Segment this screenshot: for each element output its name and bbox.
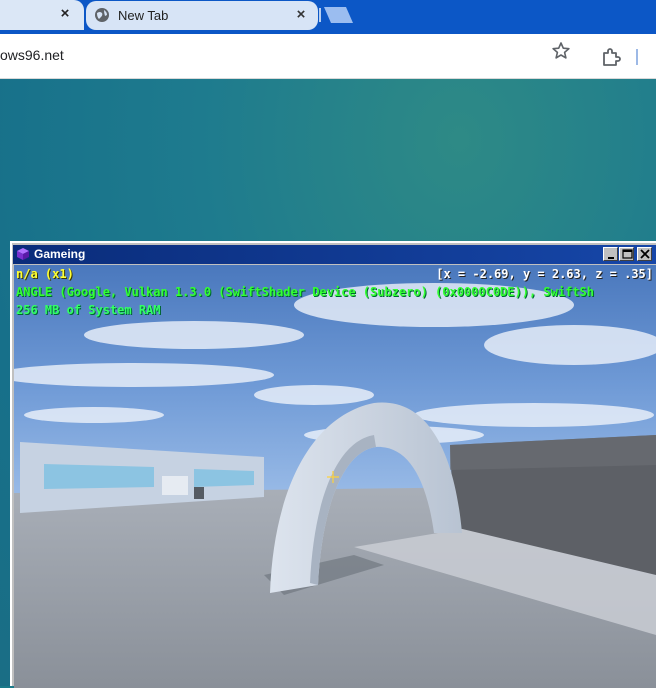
game-viewport[interactable]: n/a (x1) [x = -2.69, y = 2.63, z = .35] …: [14, 265, 656, 688]
toolbar-divider: [636, 49, 638, 65]
address-bar[interactable]: ows96.net: [0, 40, 584, 72]
tab-title: New Tab: [118, 8, 169, 23]
tab-close-icon[interactable]: ×: [292, 6, 310, 24]
bookmark-star-icon[interactable]: [551, 41, 571, 61]
window-title: Gameing: [34, 247, 86, 261]
globe-icon: [94, 7, 110, 23]
browser-toolbar: ows96.net: [0, 34, 656, 79]
tab-new-tab[interactable]: New Tab ×: [86, 1, 318, 30]
game-window[interactable]: Gameing n/a (x1) [x = -2.69, y = 2.63, z…: [10, 241, 656, 688]
new-tab-button[interactable]: [322, 6, 354, 24]
window-titlebar[interactable]: Gameing: [13, 245, 656, 264]
close-button[interactable]: [637, 247, 652, 261]
tab-strip: × New Tab ×: [0, 0, 656, 34]
tab-previous[interactable]: ×: [0, 0, 84, 30]
maximize-button[interactable]: [619, 247, 634, 261]
minimize-button[interactable]: [603, 247, 618, 261]
gpu-info: ANGLE (Google, Vulkan 1.3.0 (SwiftShader…: [16, 285, 594, 299]
extensions-icon[interactable]: [600, 47, 622, 69]
fps-readout: n/a (x1): [16, 267, 74, 281]
ram-info: 256 MB of System RAM: [16, 303, 161, 317]
tab-close-icon[interactable]: ×: [56, 5, 74, 23]
cube-app-icon: [16, 247, 30, 261]
coordinates-readout: [x = -2.69, y = 2.63, z = .35]: [436, 267, 653, 281]
game-scene: [14, 265, 656, 688]
tab-divider: [319, 8, 321, 22]
url-text[interactable]: ows96.net: [0, 47, 64, 63]
